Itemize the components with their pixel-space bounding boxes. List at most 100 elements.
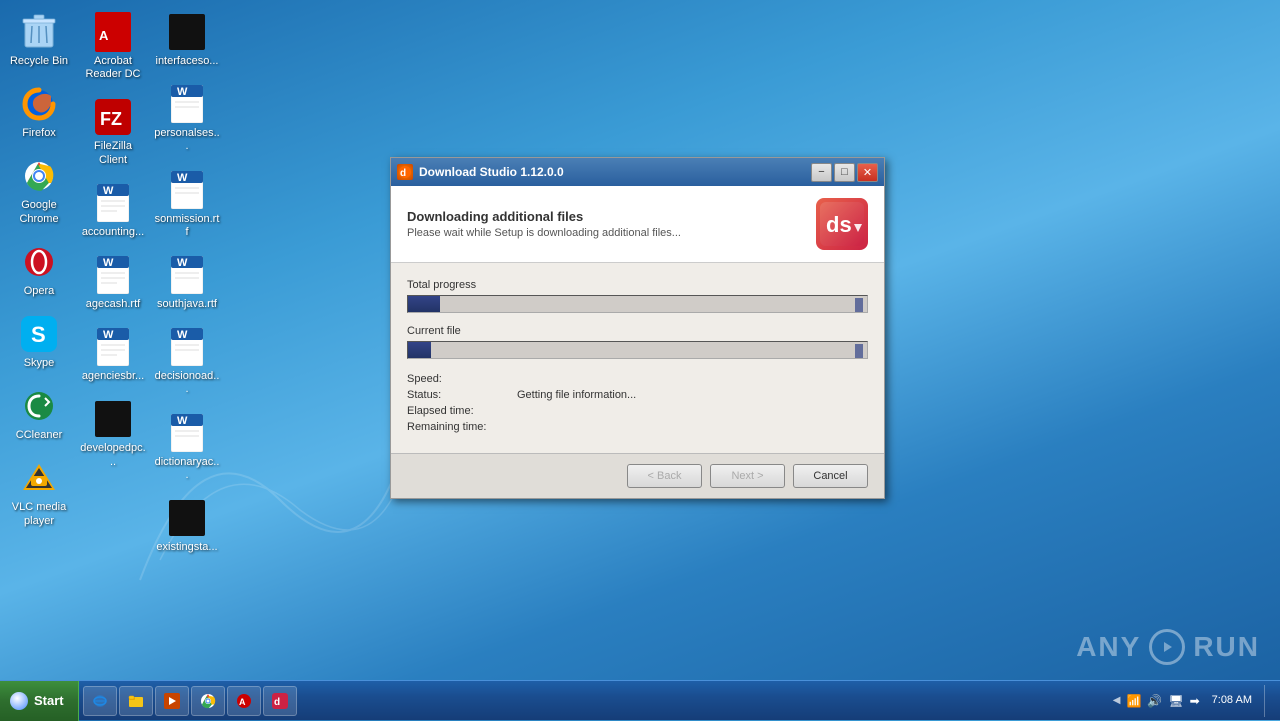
dialog-controls: − □ ✕ — [811, 163, 878, 182]
desktop-col-1: Recycle Bin Firefox — [4, 8, 74, 532]
speed-row: Speed: — [407, 373, 868, 385]
total-progress-label: Total progress — [407, 279, 868, 291]
svg-text:W: W — [103, 257, 114, 269]
dialog-header: Downloading additional files Please wait… — [391, 186, 884, 263]
start-orb — [10, 692, 28, 710]
svg-text:W: W — [177, 257, 188, 269]
svg-text:ds: ds — [826, 212, 852, 237]
taskbar-media[interactable] — [155, 686, 189, 716]
southjava-icon[interactable]: W southjava.rtf — [152, 251, 222, 315]
chrome-icon[interactable]: Google Chrome — [4, 152, 74, 229]
developedpc-icon[interactable]: developedpc... — [78, 395, 148, 472]
start-label: Start — [34, 693, 64, 708]
svg-text:d: d — [400, 168, 406, 179]
agenciesbr-label: agenciesbr... — [82, 370, 144, 383]
monitor-icon: 🖥 — [1168, 694, 1183, 708]
dictionaryac-label: dictionaryac... — [154, 456, 220, 482]
dialog-title-text: Download Studio 1.12.0.0 — [419, 165, 805, 179]
personalses-label: personalses... — [154, 127, 220, 153]
taskbar: Start — [0, 680, 1280, 720]
taskbar-ds[interactable]: d — [263, 686, 297, 716]
sonmission-icon[interactable]: W sonmission.rtf — [152, 166, 222, 243]
firefox-icon[interactable]: Firefox — [4, 80, 74, 144]
svg-text:d: d — [274, 697, 280, 708]
southjava-label: southjava.rtf — [157, 298, 217, 311]
remaining-row: Remaining time: — [407, 421, 868, 433]
decisionoad-icon[interactable]: W decisionoad... — [152, 323, 222, 400]
current-file-label: Current file — [407, 325, 868, 337]
taskbar-items: A d — [79, 681, 1105, 720]
speed-label: Speed: — [407, 373, 517, 385]
skype-icon[interactable]: S Skype — [4, 310, 74, 374]
desktop-col-2: A Acrobat Reader DC FZ FileZilla Client — [78, 8, 148, 473]
ds-taskbar-icon: d — [272, 693, 288, 709]
dialog-footer: < Back Next > Cancel — [391, 453, 884, 498]
tray-arrow[interactable]: ◀ — [1113, 695, 1121, 706]
anyrun-text-any: ANY — [1076, 631, 1141, 663]
svg-text:W: W — [177, 329, 188, 341]
dialog-header-text: Downloading additional files Please wait… — [407, 209, 681, 239]
system-tray: ◀ 📶 🔊 🖥 ➡ 7:08 AM — [1105, 681, 1280, 720]
agenciesbr-icon[interactable]: W agenciesbr... — [78, 323, 148, 387]
filezilla-label: FileZilla Client — [80, 140, 146, 166]
interfaceso-icon[interactable]: interfaceso... — [152, 8, 222, 72]
taskbar-avg[interactable]: A — [227, 686, 261, 716]
agecash-label: agecash.rtf — [86, 298, 140, 311]
taskbar-chrome[interactable] — [191, 686, 225, 716]
filezilla-icon[interactable]: FZ FileZilla Client — [78, 93, 148, 170]
sonmission-label: sonmission.rtf — [154, 213, 220, 239]
clock[interactable]: 7:08 AM — [1204, 693, 1260, 707]
arrow-icon: ➡ — [1190, 694, 1200, 708]
ccleaner-label: CCleaner — [16, 429, 62, 442]
accounting-label: accounting... — [82, 226, 144, 239]
volume-icon: 🔊 — [1147, 694, 1162, 708]
dictionaryac-icon[interactable]: W dictionaryac... — [152, 409, 222, 486]
current-file-indicator — [855, 344, 863, 358]
taskbar-explorer[interactable] — [119, 686, 153, 716]
back-button[interactable]: < Back — [627, 464, 702, 488]
maximize-button[interactable]: □ — [834, 163, 855, 182]
close-button[interactable]: ✕ — [857, 163, 878, 182]
desktop-col-3: interfaceso... W personalses... — [152, 8, 222, 558]
acrobat-icon[interactable]: A Acrobat Reader DC — [78, 8, 148, 85]
vlc-icon[interactable]: VLC media player — [4, 454, 74, 531]
svg-text:W: W — [177, 86, 188, 98]
total-progress-bar — [407, 295, 868, 313]
next-button[interactable]: Next > — [710, 464, 785, 488]
agecash-icon[interactable]: W agecash.rtf — [78, 251, 148, 315]
remaining-label: Remaining time: — [407, 421, 517, 433]
cancel-button[interactable]: Cancel — [793, 464, 868, 488]
anyrun-text-run: RUN — [1193, 631, 1260, 663]
elapsed-row: Elapsed time: — [407, 405, 868, 417]
chrome-taskbar-icon — [200, 693, 216, 709]
dialog-header-subtitle: Please wait while Setup is downloading a… — [407, 227, 681, 239]
taskbar-ie[interactable] — [83, 686, 117, 716]
total-progress-indicator — [855, 298, 863, 312]
svg-text:W: W — [103, 329, 114, 341]
developedpc-label: developedpc... — [80, 442, 146, 468]
opera-label: Opera — [24, 285, 55, 298]
ccleaner-icon[interactable]: CCleaner — [4, 382, 74, 446]
tray-icons: ◀ 📶 🔊 🖥 ➡ — [1113, 694, 1200, 708]
existingsta-icon[interactable]: existingsta... — [152, 494, 222, 558]
minimize-button[interactable]: − — [811, 163, 832, 182]
svg-text:FZ: FZ — [100, 109, 122, 129]
accounting-icon[interactable]: W accounting... — [78, 179, 148, 243]
existingsta-label: existingsta... — [156, 541, 217, 554]
opera-icon[interactable]: Opera — [4, 238, 74, 302]
personalses-icon[interactable]: W personalses... — [152, 80, 222, 157]
show-desktop-button[interactable] — [1264, 685, 1272, 717]
chrome-label: Google Chrome — [6, 199, 72, 225]
dialog-header-title: Downloading additional files — [407, 209, 681, 224]
total-progress-fill — [408, 296, 440, 312]
recycle-bin-label: Recycle Bin — [10, 55, 68, 68]
ie-icon — [92, 693, 108, 709]
current-file-fill — [408, 342, 431, 358]
decisionoad-label: decisionoad... — [154, 370, 220, 396]
recycle-bin-icon[interactable]: Recycle Bin — [4, 8, 74, 72]
svg-text:W: W — [103, 185, 114, 197]
anyrun-play-icon — [1149, 629, 1185, 665]
start-button[interactable]: Start — [0, 681, 79, 721]
acrobat-label: Acrobat Reader DC — [80, 55, 146, 81]
download-studio-dialog: d Download Studio 1.12.0.0 − □ ✕ Downloa… — [390, 157, 885, 499]
